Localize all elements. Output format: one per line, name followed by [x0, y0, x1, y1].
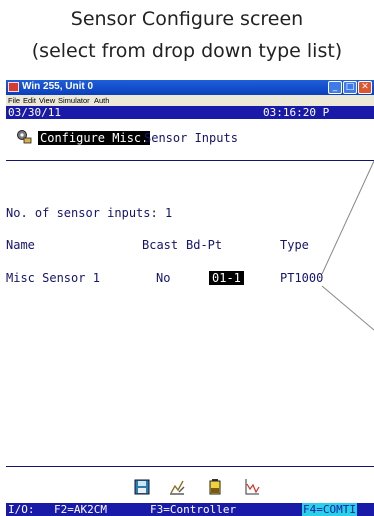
footer-divider [6, 466, 374, 467]
callout-line-lower [321, 285, 374, 331]
app-window: Win 255, Unit 0 _ □ ✕ File Edit View Sim… [6, 80, 374, 516]
graph-icon[interactable] [244, 478, 260, 496]
minimize-button[interactable]: _ [328, 81, 342, 94]
close-button[interactable]: ✕ [358, 81, 372, 94]
caption-line-2: (select from drop down type list) [31, 40, 343, 62]
menu-auth[interactable]: Auth [94, 96, 109, 105]
menu-edit[interactable]: Edit [23, 96, 36, 105]
chart-edit-icon[interactable] [169, 478, 185, 496]
battery-icon[interactable] [207, 478, 223, 496]
caption-line-1: Sensor Configure screen [70, 8, 304, 30]
app-icon [8, 82, 19, 92]
menu-file[interactable]: File [8, 96, 20, 105]
window-title: Win 255, Unit 0 [22, 81, 94, 92]
menu-view[interactable]: View [39, 96, 55, 105]
terminal-screen: 03/30/11 03:16:20 P Configure Misc. Sens… [6, 106, 374, 516]
save-disk-icon[interactable] [134, 478, 150, 496]
callout-line-upper [321, 160, 374, 275]
callout-lines [321, 160, 374, 331]
maximize-button[interactable]: □ [343, 81, 357, 94]
title-bar: Win 255, Unit 0 _ □ ✕ [6, 80, 374, 95]
menu-bar: File Edit View Simulator Auth [6, 95, 374, 106]
menu-simulator[interactable]: Simulator [58, 96, 90, 105]
